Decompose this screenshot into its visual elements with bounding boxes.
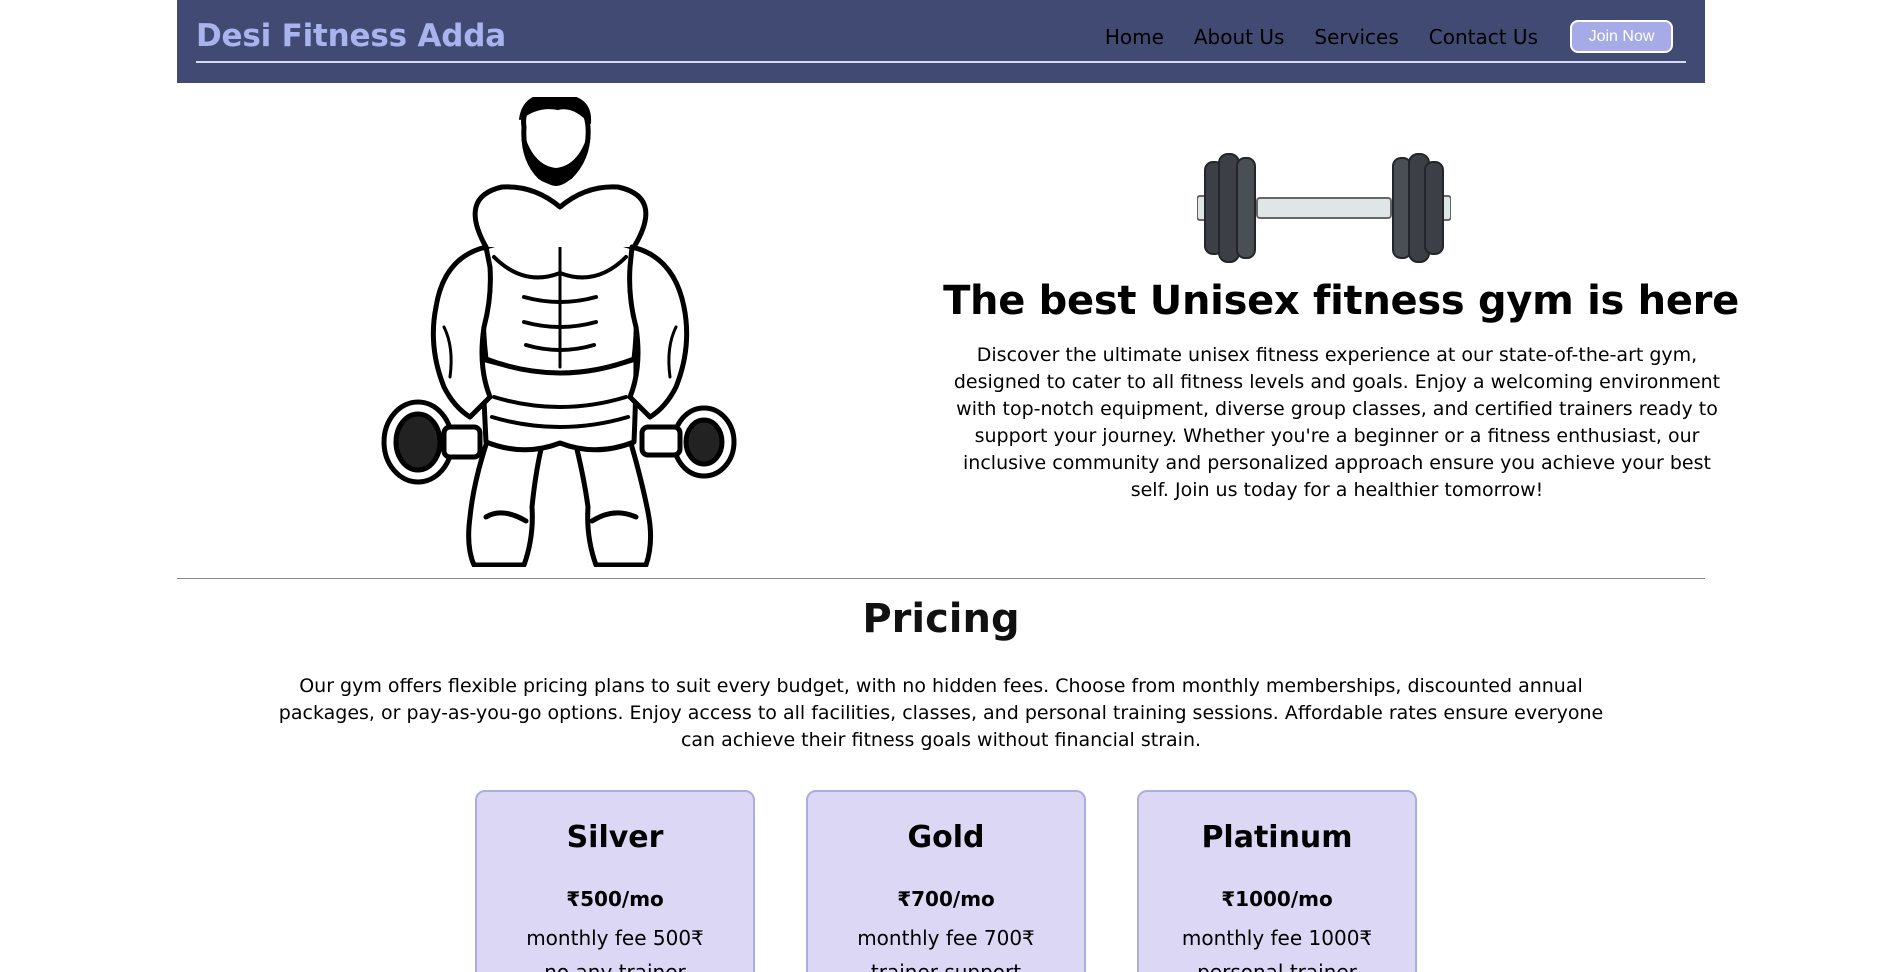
nav-link-about[interactable]: About Us	[1194, 25, 1285, 49]
page: Desi Fitness Adda Home About Us Services…	[0, 0, 1888, 972]
hero-description: Discover the ultimate unisex fitness exp…	[953, 344, 1721, 501]
nav-link-services[interactable]: Services	[1314, 25, 1398, 49]
navbar-underline	[196, 61, 1686, 63]
plan-card-platinum[interactable]: Platinum ₹1000/mo monthly fee 1000₹ pers…	[1137, 790, 1417, 972]
plan-fee: monthly fee 1000₹	[1181, 926, 1373, 950]
plan-feature: no any trainer	[544, 960, 686, 972]
main-container: Desi Fitness Adda Home About Us Services…	[177, 0, 1739, 972]
plan-price: ₹700/mo	[897, 887, 995, 911]
navbar: Desi Fitness Adda Home About Us Services…	[177, 0, 1705, 83]
plan-name: Silver	[566, 820, 664, 855]
plan-price: ₹1000/mo	[1221, 887, 1333, 911]
plan-card-silver[interactable]: Silver ₹500/mo monthly fee 500₹ no any t…	[475, 790, 755, 972]
plan-feature: personal trainer	[1197, 960, 1357, 972]
plan-card-gold[interactable]: Gold ₹700/mo monthly fee 700₹ trainer su…	[806, 790, 1086, 972]
pricing-title: Pricing	[862, 596, 1020, 642]
bodybuilder-illustration	[381, 97, 737, 567]
hero-title: The best Unisex fitness gym is here	[943, 278, 1739, 324]
plan-fee: monthly fee 700₹	[857, 926, 1035, 950]
pricing-description: Our gym offers flexible pricing plans to…	[278, 675, 1604, 751]
plan-feature: trainer support	[870, 960, 1022, 972]
nav-links: Home About Us Services Contact Us	[1105, 22, 1568, 52]
plan-fee: monthly fee 500₹	[526, 926, 704, 950]
dumbbell-icon	[1197, 153, 1451, 263]
section-divider	[177, 578, 1705, 579]
nav-link-contact[interactable]: Contact Us	[1429, 25, 1538, 49]
nav-link-home[interactable]: Home	[1105, 25, 1164, 49]
join-now-button[interactable]: Join Now	[1570, 20, 1673, 53]
plan-price: ₹500/mo	[566, 887, 664, 911]
plan-name: Gold	[907, 820, 985, 855]
brand-logo[interactable]: Desi Fitness Adda	[196, 18, 506, 54]
plan-name: Platinum	[1201, 820, 1353, 855]
